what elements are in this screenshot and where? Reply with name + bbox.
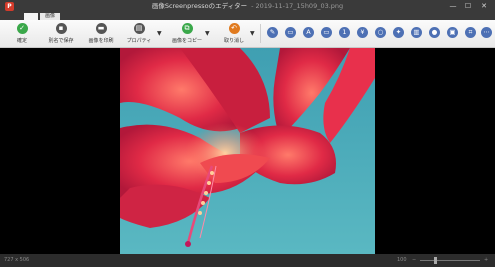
- print-button-label: 画像を印刷: [88, 38, 114, 44]
- copy-dropdown-arrow[interactable]: ▼: [205, 30, 210, 37]
- confirm-button[interactable]: ✓ 確定: [8, 23, 36, 44]
- zoom-in-button[interactable]: +: [484, 254, 488, 267]
- ribbon-separator: [260, 24, 261, 43]
- zoom-out-button[interactable]: −: [412, 254, 416, 267]
- ribbon-toolbar: ✓ 確定 ▪ 別名で保存 ▬ 画像を印刷 ▤ プロパティ ▼ ⧉ 画像をコピー …: [0, 20, 495, 48]
- undo-button-label: 取り消し: [223, 38, 244, 44]
- save-as-button[interactable]: ▪ 別名で保存: [42, 23, 80, 44]
- pen-icon[interactable]: ✎: [267, 27, 278, 38]
- zoom-slider-thumb[interactable]: [434, 257, 437, 264]
- properties-button[interactable]: ▤ プロパティ: [124, 23, 154, 44]
- flower-photo: [120, 48, 375, 254]
- rectangle-icon[interactable]: ▭: [285, 27, 296, 38]
- check-icon: ✓: [16, 23, 28, 34]
- callout-icon[interactable]: ▭: [321, 27, 332, 38]
- maximize-button[interactable]: ☐: [462, 0, 474, 13]
- print-icon: ▬: [95, 23, 107, 34]
- stamp-icon[interactable]: ¥: [357, 27, 368, 38]
- image-dimensions: 727 x 506: [4, 257, 30, 263]
- copy-image-button[interactable]: ⧉ 画像をコピー: [168, 23, 206, 44]
- text-icon[interactable]: A: [303, 27, 314, 38]
- crop-icon[interactable]: ⌗: [465, 27, 476, 38]
- title-bar: P 画像Screenpressoのエディター - 2019-11-17_15h09…: [0, 0, 495, 13]
- copy-image-button-label: 画像をコピー: [171, 38, 202, 44]
- number-icon[interactable]: 1: [339, 27, 350, 38]
- image-icon[interactable]: ▣: [447, 27, 458, 38]
- save-as-button-label: 別名で保存: [48, 38, 74, 44]
- window-title: 画像Screenpressoのエディター - 2019-11-17_15h09_0…: [0, 0, 495, 13]
- minimize-button[interactable]: —: [447, 0, 459, 13]
- properties-icon: ▤: [133, 23, 145, 34]
- confirm-button-label: 確定: [16, 38, 27, 44]
- more-icon[interactable]: ⋯: [481, 27, 492, 38]
- copy-icon: ⧉: [181, 23, 193, 34]
- window-title-text: 画像Screenpressoのエディター: [151, 2, 248, 10]
- undo-button[interactable]: ↶ 取り消し: [218, 23, 250, 44]
- drop-icon[interactable]: ●: [429, 27, 440, 38]
- window-title-filename: - 2019-11-17_15h09_03.png: [251, 2, 344, 10]
- tab-file[interactable]: [24, 13, 38, 20]
- print-button[interactable]: ▬ 画像を印刷: [84, 23, 118, 44]
- undo-icon: ↶: [228, 23, 240, 34]
- tab-image[interactable]: 画像: [40, 13, 60, 20]
- status-bar: 727 x 506 100 − +: [0, 254, 495, 267]
- undo-dropdown-arrow[interactable]: ▼: [250, 30, 255, 37]
- properties-button-label: プロパティ: [126, 38, 152, 44]
- close-button[interactable]: ✕: [478, 0, 490, 13]
- ribbon-tab-strip: 画像: [0, 13, 495, 20]
- blur-icon[interactable]: ▥: [411, 27, 422, 38]
- save-icon: ▪: [55, 23, 67, 34]
- editor-canvas[interactable]: [0, 48, 495, 254]
- highlight-icon[interactable]: ✦: [393, 27, 404, 38]
- properties-dropdown-arrow[interactable]: ▼: [157, 30, 162, 37]
- zoom-value: 100: [397, 257, 407, 263]
- ellipse-icon[interactable]: ○: [375, 27, 386, 38]
- zoom-slider-track[interactable]: [420, 260, 480, 261]
